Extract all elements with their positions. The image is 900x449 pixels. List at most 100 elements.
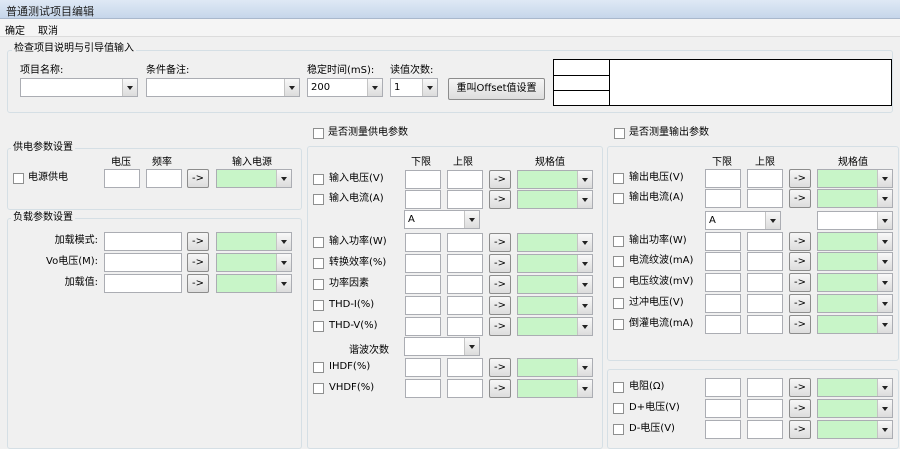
offset-settings-button[interactable]: 重叫Offset值设置: [448, 78, 545, 100]
grid-cell[interactable]: [554, 60, 610, 76]
extra-row-lower-input[interactable]: [705, 399, 741, 418]
input-row-arrow-button[interactable]: ->: [489, 190, 511, 209]
input-row-checkbox[interactable]: [313, 279, 324, 290]
chevron-down-icon[interactable]: [276, 170, 291, 187]
menu-confirm[interactable]: 确定: [5, 22, 25, 37]
chevron-down-icon[interactable]: [577, 297, 592, 314]
input-row-lower-input[interactable]: [405, 170, 441, 189]
chevron-down-icon[interactable]: [276, 275, 291, 292]
output-row-spec-combo[interactable]: [817, 169, 893, 188]
output-row-checkbox[interactable]: [613, 193, 624, 204]
extra-row-spec-combo[interactable]: [817, 399, 893, 418]
output-row-spec-combo[interactable]: [817, 294, 893, 313]
extra-row-arrow-button[interactable]: ->: [789, 378, 811, 397]
input-vhdf-arrow-button[interactable]: ->: [489, 379, 511, 398]
output-row-upper-input[interactable]: [747, 273, 783, 292]
output-row-arrow-button[interactable]: ->: [789, 273, 811, 292]
chevron-down-icon[interactable]: [577, 234, 592, 251]
measure-output-checkbox[interactable]: [614, 128, 625, 139]
extra-row-checkbox[interactable]: [613, 382, 624, 393]
chevron-down-icon[interactable]: [276, 254, 291, 271]
input-row-arrow-button[interactable]: ->: [489, 296, 511, 315]
extra-row-arrow-button[interactable]: ->: [789, 420, 811, 439]
chevron-down-icon[interactable]: [877, 400, 892, 417]
output-unit-combo[interactable]: A: [705, 211, 781, 230]
input-row-lower-input[interactable]: [405, 190, 441, 209]
input-row-spec-combo[interactable]: [517, 296, 593, 315]
input-row-spec-combo[interactable]: [517, 254, 593, 273]
condition-note-combo[interactable]: [146, 78, 300, 97]
input-row-arrow-button[interactable]: ->: [489, 233, 511, 252]
input-row-checkbox[interactable]: [313, 321, 324, 332]
output-row-lower-input[interactable]: [705, 169, 741, 188]
chevron-down-icon[interactable]: [877, 379, 892, 396]
output-row-upper-input[interactable]: [747, 189, 783, 208]
grid-cell[interactable]: [554, 76, 610, 91]
input-vhdf-upper-input[interactable]: [447, 379, 483, 398]
grid-cell[interactable]: [554, 91, 610, 105]
input-row-spec-combo[interactable]: [517, 317, 593, 336]
extra-row-upper-input[interactable]: [747, 420, 783, 439]
input-row-arrow-button[interactable]: ->: [489, 317, 511, 336]
input-row-spec-combo[interactable]: [517, 170, 593, 189]
chevron-down-icon[interactable]: [577, 380, 592, 397]
chevron-down-icon[interactable]: [877, 316, 892, 333]
output-row-arrow-button[interactable]: ->: [789, 232, 811, 251]
load-row-input[interactable]: [104, 274, 182, 293]
input-source-combo[interactable]: [216, 169, 292, 188]
input-ihdf-lower-input[interactable]: [405, 358, 441, 377]
extra-row-lower-input[interactable]: [705, 420, 741, 439]
supply-arrow-button[interactable]: ->: [187, 169, 209, 188]
input-row-lower-input[interactable]: [405, 296, 441, 315]
chevron-down-icon[interactable]: [877, 170, 892, 187]
chevron-down-icon[interactable]: [577, 255, 592, 272]
output-row-upper-input[interactable]: [747, 252, 783, 271]
chevron-down-icon[interactable]: [877, 295, 892, 312]
output-row-arrow-button[interactable]: ->: [789, 315, 811, 334]
output-row-lower-input[interactable]: [705, 273, 741, 292]
offset-grid[interactable]: [553, 59, 892, 106]
extra-row-upper-input[interactable]: [747, 399, 783, 418]
output-row-checkbox[interactable]: [613, 319, 624, 330]
input-row-checkbox[interactable]: [313, 258, 324, 269]
output-row-upper-input[interactable]: [747, 294, 783, 313]
measure-supply-checkbox[interactable]: [313, 128, 324, 139]
output-row-upper-input[interactable]: [747, 315, 783, 334]
output-row-spec-combo[interactable]: [817, 232, 893, 251]
output-row-arrow-button[interactable]: ->: [789, 252, 811, 271]
input-row-lower-input[interactable]: [405, 275, 441, 294]
chevron-down-icon[interactable]: [877, 233, 892, 250]
input-row-upper-input[interactable]: [447, 170, 483, 189]
chevron-down-icon[interactable]: [877, 212, 892, 229]
load-row-spec-combo[interactable]: [216, 253, 292, 272]
input-vhdf-spec-combo[interactable]: [517, 379, 593, 398]
input-row-upper-input[interactable]: [447, 254, 483, 273]
load-row-input[interactable]: [104, 253, 182, 272]
input-row-spec-combo[interactable]: [517, 275, 593, 294]
input-row-lower-input[interactable]: [405, 317, 441, 336]
input-row-checkbox[interactable]: [313, 174, 324, 185]
input-row-arrow-button[interactable]: ->: [489, 275, 511, 294]
input-row-checkbox[interactable]: [313, 237, 324, 248]
input-row-spec-combo[interactable]: [517, 233, 593, 252]
input-row-arrow-button[interactable]: ->: [489, 170, 511, 189]
extra-row-upper-input[interactable]: [747, 378, 783, 397]
input-ihdf-spec-combo[interactable]: [517, 358, 593, 377]
extra-row-spec-combo[interactable]: [817, 378, 893, 397]
input-row-checkbox[interactable]: [313, 300, 324, 311]
chevron-down-icon[interactable]: [464, 211, 479, 228]
input-row-arrow-button[interactable]: ->: [489, 254, 511, 273]
load-row-spec-combo[interactable]: [216, 274, 292, 293]
output-row-arrow-button[interactable]: ->: [789, 189, 811, 208]
input-row-upper-input[interactable]: [447, 317, 483, 336]
chevron-down-icon[interactable]: [577, 171, 592, 188]
output-row-spec-combo[interactable]: [817, 315, 893, 334]
input-unit-combo[interactable]: A: [404, 210, 480, 229]
chevron-down-icon[interactable]: [276, 233, 291, 250]
output-row-upper-input[interactable]: [747, 169, 783, 188]
project-name-combo[interactable]: [20, 78, 138, 97]
chevron-down-icon[interactable]: [877, 253, 892, 270]
chevron-down-icon[interactable]: [122, 79, 137, 96]
input-ihdf-arrow-button[interactable]: ->: [489, 358, 511, 377]
input-row-upper-input[interactable]: [447, 296, 483, 315]
